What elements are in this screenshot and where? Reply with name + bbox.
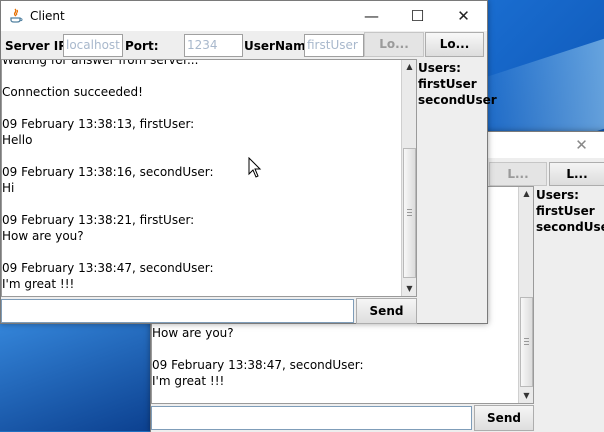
java-app-icon	[10, 8, 23, 23]
close-icon: ✕	[457, 7, 470, 25]
message-input[interactable]	[1, 299, 354, 323]
scroll-up-arrow-icon[interactable]: ▲	[519, 187, 533, 201]
users-title: Users:	[418, 61, 461, 75]
chat-line: How are you?	[2, 229, 84, 243]
users-panel: Users: firstUser secondUser	[536, 187, 604, 235]
user-item: secondUser	[418, 93, 497, 107]
scroll-up-arrow-icon[interactable]: ▲	[402, 60, 416, 74]
window-title: Client	[30, 9, 65, 23]
chat-area[interactable]: Waiting for answer from server... Connec…	[1, 59, 417, 297]
scroll-thumb[interactable]	[403, 148, 416, 278]
close-icon: ✕	[575, 136, 588, 154]
title-bar[interactable]: Client — ☐ ✕	[1, 1, 487, 31]
message-input[interactable]	[151, 406, 472, 430]
close-button[interactable]: ✕	[559, 132, 604, 158]
chat-line: 09 February 13:38:21, firstUser:	[2, 213, 195, 227]
chat-line: Hi	[2, 181, 15, 195]
minimize-button[interactable]: —	[349, 1, 394, 31]
user-item: firstUser	[418, 77, 477, 91]
logout-button[interactable]: Lo...	[425, 32, 484, 57]
chat-line: 09 February 13:38:47, secondUser:	[2, 261, 214, 275]
port-field[interactable]: 1234	[184, 34, 243, 57]
chat-line: Waiting for answer from server...	[2, 59, 199, 67]
users-title: Users:	[536, 188, 579, 202]
chat-line: 09 February 13:38:16, secondUser:	[2, 165, 214, 179]
scroll-down-arrow-icon[interactable]: ▼	[519, 389, 533, 403]
send-button[interactable]: Send	[474, 405, 534, 431]
chat-line: How are you?	[152, 326, 234, 340]
users-panel: Users: firstUser secondUser	[418, 60, 497, 108]
chat-scrollbar[interactable]: ▲ ▼	[401, 60, 416, 296]
chat-line: Hello	[2, 133, 33, 147]
username-field[interactable]: firstUser	[304, 34, 364, 57]
user-item: secondUser	[536, 220, 604, 234]
port-label: Port:	[125, 39, 159, 53]
send-button[interactable]: Send	[356, 298, 417, 324]
maximize-button[interactable]: ☐	[395, 1, 440, 31]
chat-line: 09 February 13:38:13, firstUser:	[2, 117, 195, 131]
minimize-icon: —	[364, 7, 379, 25]
login-button[interactable]: Lo...	[364, 32, 424, 57]
chat-line: I'm great !!!	[152, 374, 225, 388]
scroll-down-arrow-icon[interactable]: ▼	[402, 282, 416, 296]
mouse-cursor-icon	[248, 157, 262, 178]
logout-button[interactable]: L...	[549, 162, 604, 186]
chat-line: 09 February 13:38:47, secondUser:	[152, 358, 364, 372]
chat-line: Connection succeeded!	[2, 85, 143, 99]
login-button[interactable]: L...	[489, 162, 547, 186]
maximize-icon: ☐	[410, 7, 425, 25]
user-item: firstUser	[536, 204, 595, 218]
server-ip-field[interactable]: localhost	[63, 34, 123, 57]
server-ip-label: Server IP:	[5, 39, 72, 53]
client-window[interactable]: Client — ☐ ✕ Server IP: localhost Port: …	[0, 0, 497, 324]
scroll-thumb[interactable]	[520, 297, 533, 387]
close-button[interactable]: ✕	[441, 1, 486, 31]
chat-line: I'm great !!!	[2, 277, 75, 291]
chat-scrollbar[interactable]: ▲ ▼	[518, 187, 533, 403]
